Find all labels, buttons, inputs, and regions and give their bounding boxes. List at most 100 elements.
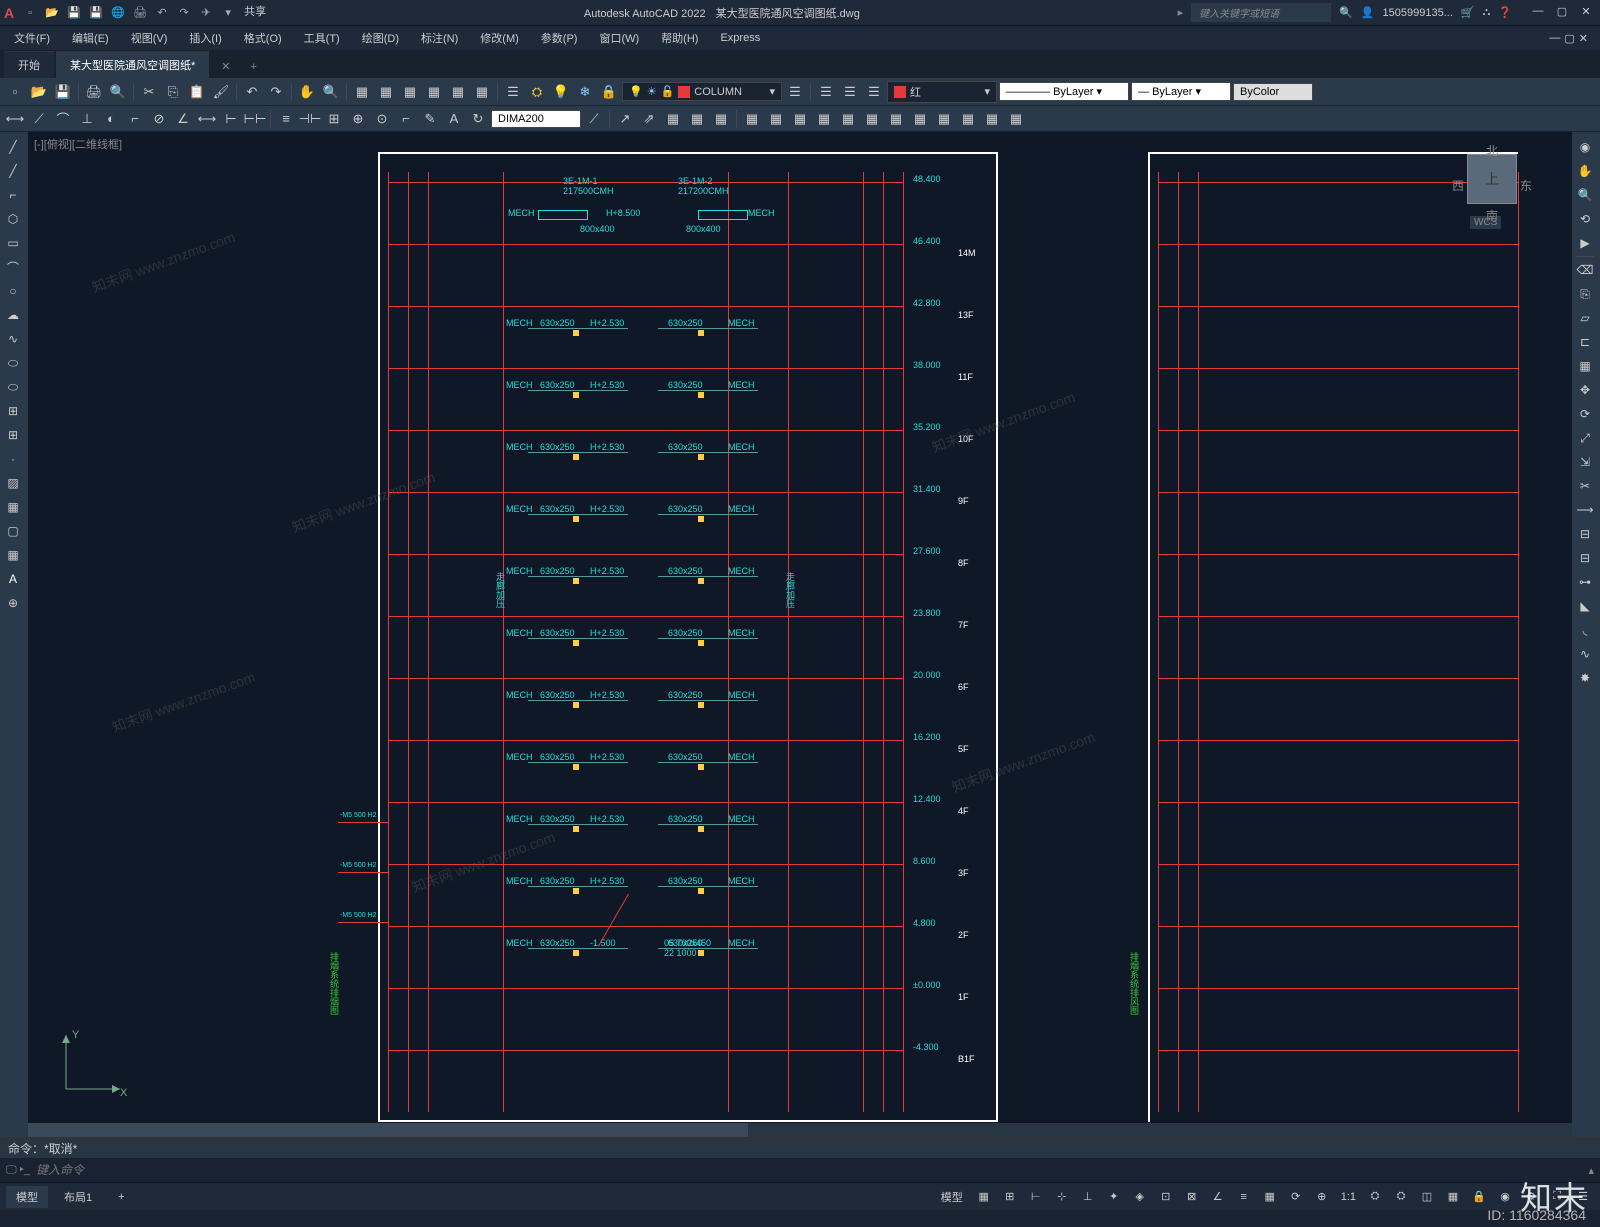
dwf-icon[interactable]: ▦: [837, 108, 859, 130]
dim-break-icon[interactable]: ⊣⊢: [299, 108, 321, 130]
tab-start[interactable]: 开始: [4, 51, 54, 78]
inspect-icon[interactable]: ⊙: [371, 108, 393, 130]
dim-aligned-icon[interactable]: ⟋: [28, 108, 50, 130]
pdf-icon[interactable]: ▦: [789, 108, 811, 130]
apps-icon[interactable]: ⛬: [1483, 6, 1491, 19]
grid-icon[interactable]: ▦: [973, 1187, 995, 1207]
print-icon[interactable]: 🖨: [83, 81, 105, 103]
scale-label[interactable]: 1:1: [1337, 1191, 1360, 1203]
field-icon[interactable]: ▦: [686, 108, 708, 130]
polar-icon[interactable]: ✦: [1103, 1187, 1125, 1207]
chamfer-icon[interactable]: ◣: [1574, 595, 1596, 617]
layout-add-button[interactable]: +: [108, 1188, 134, 1206]
adjust-icon[interactable]: ▦: [933, 108, 955, 130]
horizontal-scrollbar[interactable]: [28, 1123, 1572, 1137]
dim-diameter-icon[interactable]: ⊘: [148, 108, 170, 130]
pline-icon[interactable]: ⌐: [2, 184, 24, 206]
save-icon[interactable]: 💾: [64, 3, 84, 23]
maximize-button[interactable]: ▢: [1552, 5, 1572, 21]
dimstyle-input[interactable]: [491, 110, 581, 128]
linetype-dropdown[interactable]: ———— ByLayer ▾: [999, 82, 1129, 101]
viewcube-top[interactable]: 上: [1467, 154, 1517, 204]
redo-icon[interactable]: ↷: [174, 3, 194, 23]
tab-new-button[interactable]: +: [241, 56, 267, 78]
dimstyle-icon[interactable]: ⟋: [583, 108, 605, 130]
mirror-icon[interactable]: ▱: [1574, 307, 1596, 329]
doc-close-icon[interactable]: ✕: [1579, 32, 1588, 45]
menu-file[interactable]: 文件(F): [4, 27, 60, 49]
osnap-icon[interactable]: ⊡: [1155, 1187, 1177, 1207]
explode-icon[interactable]: ✸: [1574, 667, 1596, 689]
mtext-icon[interactable]: A: [2, 568, 24, 590]
menu-dimension[interactable]: 标注(N): [411, 27, 468, 49]
copy-icon[interactable]: ⎘: [162, 81, 184, 103]
revcloud-icon[interactable]: ☁: [2, 304, 24, 326]
layer-prev-icon[interactable]: ☰: [784, 81, 806, 103]
polygon-icon[interactable]: ⬡: [2, 208, 24, 230]
drawing-canvas[interactable]: [-][俯视][二维线框] 北 南 东 西 上 WCS 48.40046.400…: [28, 132, 1572, 1137]
otrack-icon[interactable]: ∠: [1207, 1187, 1229, 1207]
break-icon[interactable]: ⊟: [1574, 547, 1596, 569]
isolate-icon[interactable]: ◉: [1494, 1187, 1516, 1207]
rotate-icon[interactable]: ⟳: [1574, 403, 1596, 425]
dim-continue-icon[interactable]: ⊢⊢: [244, 108, 266, 130]
ortho-icon[interactable]: ⊥: [1077, 1187, 1099, 1207]
doc-restore-icon[interactable]: ▢: [1564, 32, 1574, 45]
markup-icon[interactable]: ▦: [447, 81, 469, 103]
annoscale-icon[interactable]: ⛭: [1364, 1187, 1386, 1207]
user-icon[interactable]: 👤: [1361, 6, 1375, 19]
preview-icon[interactable]: 🔍: [107, 81, 129, 103]
menu-view[interactable]: 视图(V): [121, 27, 178, 49]
dim-radius-icon[interactable]: ◐: [100, 108, 122, 130]
undo-icon[interactable]: ↶: [152, 3, 172, 23]
new-file-icon[interactable]: ▫: [4, 81, 26, 103]
copy2-icon[interactable]: ⎘: [1574, 283, 1596, 305]
transparency-icon[interactable]: ▦: [1259, 1187, 1281, 1207]
user-name[interactable]: 1505999135...: [1383, 7, 1453, 19]
dynamic-icon[interactable]: ⊹: [1051, 1187, 1073, 1207]
dim-jogged-icon[interactable]: ⌐: [124, 108, 146, 130]
table-icon[interactable]: ▦: [662, 108, 684, 130]
dim-quick-icon[interactable]: ⟷: [196, 108, 218, 130]
region-icon[interactable]: ▢: [2, 520, 24, 542]
stretch-icon[interactable]: ⇲: [1574, 451, 1596, 473]
array-icon[interactable]: ▦: [1574, 355, 1596, 377]
tab-add-button[interactable]: ✕: [211, 55, 240, 78]
save-file-icon[interactable]: 💾: [52, 81, 74, 103]
scale-icon[interactable]: ⤢: [1574, 427, 1596, 449]
dim-ordinate-icon[interactable]: ⊥: [76, 108, 98, 130]
arc-icon[interactable]: ⌒: [2, 256, 24, 278]
layer-state-icon[interactable]: ⛭: [526, 81, 548, 103]
cart-icon[interactable]: 🛒: [1461, 6, 1475, 19]
orbit-icon[interactable]: ⟲: [1574, 208, 1596, 230]
ellipse-icon[interactable]: ⬭: [2, 352, 24, 374]
layer-props-icon[interactable]: ☰: [502, 81, 524, 103]
units-icon[interactable]: ◫: [1416, 1187, 1438, 1207]
line-icon[interactable]: ╱: [2, 136, 24, 158]
modelspace-label[interactable]: 模型: [935, 1187, 969, 1207]
dim-textedit-icon[interactable]: A: [443, 108, 465, 130]
quickprops-icon[interactable]: ▦: [1442, 1187, 1464, 1207]
dim-linear-icon[interactable]: ⟷: [4, 108, 26, 130]
jogged-linear-icon[interactable]: ⌐: [395, 108, 417, 130]
minimize-button[interactable]: —: [1528, 5, 1548, 21]
spline-icon[interactable]: ∿: [2, 328, 24, 350]
leader-icon[interactable]: ↗: [614, 108, 636, 130]
frame-icon[interactable]: ▦: [957, 108, 979, 130]
match-icon[interactable]: 🖌: [210, 81, 232, 103]
menu-insert[interactable]: 插入(I): [179, 27, 231, 49]
uline-icon[interactable]: ▦: [1005, 108, 1027, 130]
center-mark-icon[interactable]: ⊕: [347, 108, 369, 130]
layer-match-icon[interactable]: ☰: [815, 81, 837, 103]
insert-block-icon[interactable]: ⊞: [2, 400, 24, 422]
isodraft-icon[interactable]: ◈: [1129, 1187, 1151, 1207]
scrollbar-thumb[interactable]: [28, 1123, 748, 1137]
menu-express[interactable]: Express: [710, 29, 770, 47]
move-icon[interactable]: ✥: [1574, 379, 1596, 401]
toolpalettes-icon[interactable]: ▦: [399, 81, 421, 103]
share-icon[interactable]: ✈: [196, 3, 216, 23]
paste-icon[interactable]: 📋: [186, 81, 208, 103]
clip-icon[interactable]: ▦: [909, 108, 931, 130]
redo2-icon[interactable]: ↷: [265, 81, 287, 103]
make-block-icon[interactable]: ⊞: [2, 424, 24, 446]
